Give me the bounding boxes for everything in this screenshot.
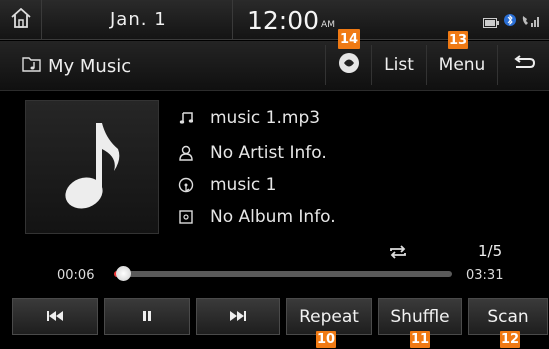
track-count: 1/5: [478, 242, 503, 260]
progress-bar[interactable]: [114, 266, 452, 281]
back-button[interactable]: [497, 45, 549, 85]
elapsed-time: 00:06: [57, 268, 95, 283]
next-button[interactable]: [196, 298, 280, 335]
home-icon: [10, 7, 32, 32]
album-row: No Album Info.: [176, 207, 336, 227]
song-title-text: music 1: [210, 175, 277, 195]
filename-row: music 1.mp3: [176, 108, 320, 128]
sound-settings-button[interactable]: [325, 45, 371, 85]
previous-track-icon: [46, 307, 64, 327]
repeat-status-icon: [388, 244, 408, 263]
previous-button[interactable]: [12, 298, 98, 335]
pause-button[interactable]: [104, 298, 190, 335]
album-art: [25, 100, 159, 234]
home-button[interactable]: [0, 0, 42, 40]
sound-icon: [338, 52, 360, 79]
callout-sound: 14: [338, 29, 360, 49]
pause-icon: [142, 307, 152, 327]
music-note-small-icon: [176, 111, 196, 125]
music-note-icon: [62, 119, 122, 215]
artist-icon: [176, 145, 196, 161]
callout-menu: 13: [448, 31, 468, 49]
album-text: No Album Info.: [210, 207, 336, 227]
menu-button[interactable]: Menu: [426, 45, 497, 85]
source-title: My Music: [22, 55, 131, 78]
filename-text: music 1.mp3: [210, 108, 321, 128]
battery-icon: [483, 13, 499, 32]
time-display: 12:00: [247, 5, 320, 35]
clock: 12:00 AM: [232, 0, 335, 40]
callout-scan: 12: [500, 331, 520, 348]
next-track-icon: [229, 307, 247, 327]
artist-text: No Artist Info.: [210, 143, 327, 163]
scan-button[interactable]: Scan: [468, 298, 548, 335]
source-title-label: My Music: [48, 56, 132, 77]
music-folder-icon: [22, 55, 42, 78]
total-time: 03:31: [466, 268, 504, 283]
album-icon: [176, 210, 196, 224]
status-icons: [483, 12, 541, 32]
bluetooth-icon: [504, 12, 516, 32]
progress-knob[interactable]: [116, 266, 132, 281]
shuffle-button[interactable]: Shuffle: [378, 298, 462, 335]
back-icon: [512, 54, 536, 76]
list-button[interactable]: List: [371, 45, 426, 85]
callout-shuffle: 11: [410, 331, 430, 348]
date-display: Jan. 1: [110, 9, 167, 30]
repeat-button[interactable]: Repeat: [286, 298, 372, 335]
ampm-indicator: AM: [321, 20, 335, 30]
phone-signal-icon: [521, 13, 541, 32]
callout-repeat: 10: [316, 331, 336, 348]
title-row: music 1: [176, 175, 276, 195]
song-title-icon: [176, 177, 196, 193]
artist-row: No Artist Info.: [176, 143, 327, 163]
